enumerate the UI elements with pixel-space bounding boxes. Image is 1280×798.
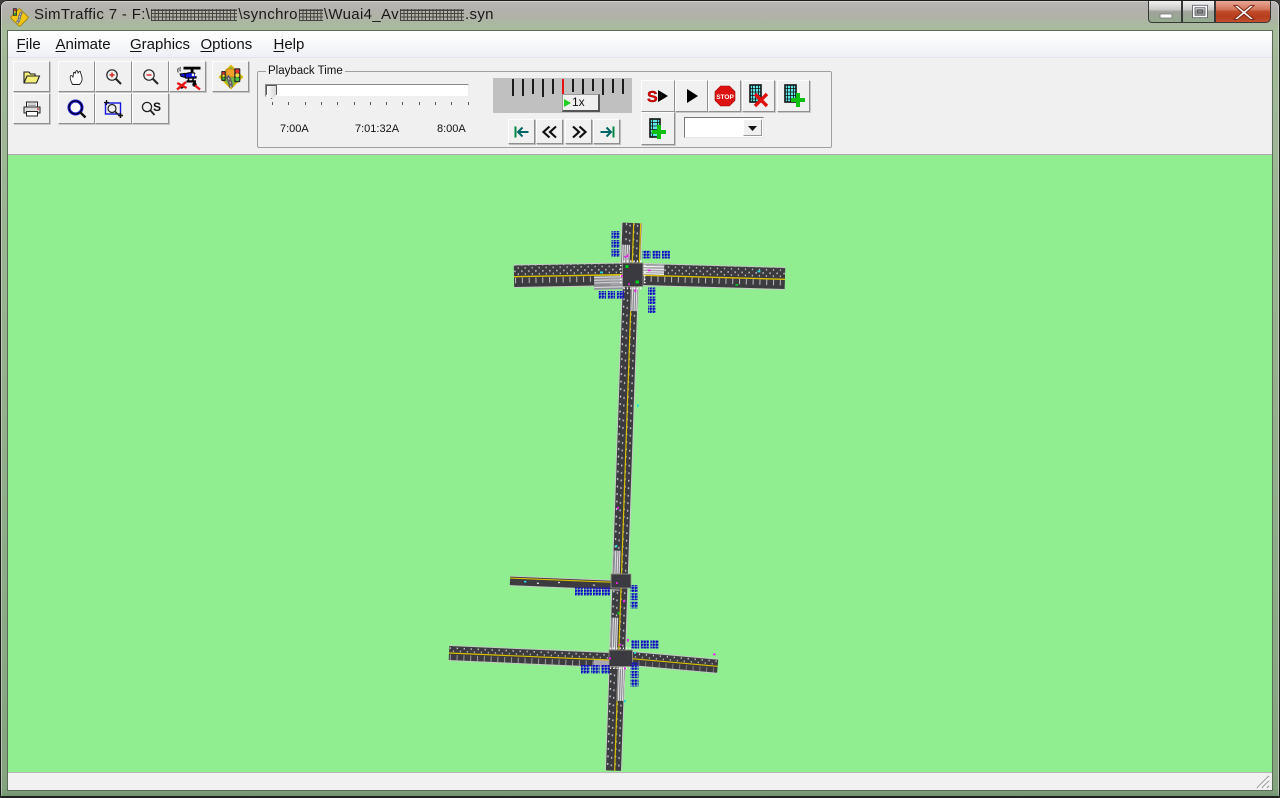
svg-text:STOP: STOP — [716, 94, 734, 101]
svg-text:S: S — [153, 100, 161, 114]
svg-text:S: S — [647, 89, 658, 104]
